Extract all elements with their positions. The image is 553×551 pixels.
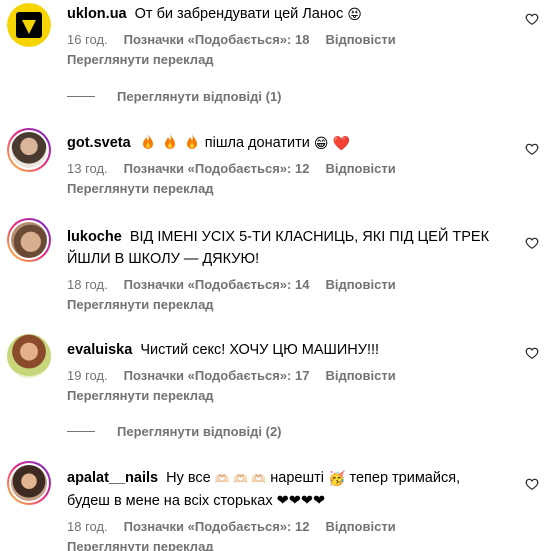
fire-icon bbox=[142, 134, 153, 149]
avatar[interactable] bbox=[7, 461, 51, 505]
reply-button[interactable]: Відповісти bbox=[325, 518, 395, 536]
view-replies-label: Переглянути відповіді (1) bbox=[117, 89, 282, 104]
see-translation-button[interactable]: Переглянути переклад bbox=[67, 51, 507, 69]
likes-count[interactable]: Позначки «Подобається»: 14 bbox=[124, 276, 310, 294]
comment-text-part-2: нарешті bbox=[270, 470, 324, 486]
see-translation-button[interactable]: Переглянути переклад bbox=[67, 538, 507, 551]
comment-text-line-2: ЙШЛИ В ШКОЛУ — ДЯКУЮ! bbox=[67, 251, 260, 267]
comment-text-part-1: Ну все bbox=[166, 470, 211, 486]
username[interactable]: uklon.ua bbox=[67, 6, 127, 22]
uklon-logo bbox=[7, 3, 51, 47]
reply-button[interactable]: Відповісти bbox=[325, 276, 395, 294]
comment-text: От би забрендувати цей Ланос bbox=[134, 6, 344, 22]
view-replies-label: Переглянути відповіді (2) bbox=[117, 424, 282, 439]
username[interactable]: got.sveta bbox=[67, 135, 131, 151]
avatar[interactable] bbox=[7, 128, 51, 172]
likes-count[interactable]: Позначки «Подобається»: 18 bbox=[124, 31, 310, 49]
username[interactable]: apalat__nails bbox=[67, 470, 158, 486]
avatar[interactable] bbox=[7, 218, 51, 262]
heart-hands-emoji: 🫶🏻 🫶🏻 🫶🏻 bbox=[214, 472, 267, 486]
like-heart-icon[interactable] bbox=[525, 346, 539, 360]
username[interactable]: evaluiska bbox=[67, 342, 132, 358]
grinning-emoji: 😁 bbox=[313, 135, 329, 151]
likes-count[interactable]: Позначки «Подобається»: 17 bbox=[124, 367, 310, 385]
see-translation-button[interactable]: Переглянути переклад bbox=[67, 296, 507, 314]
view-replies-button[interactable]: Переглянути відповіді (1) bbox=[67, 89, 282, 104]
avatar[interactable] bbox=[7, 334, 51, 378]
like-heart-icon[interactable] bbox=[525, 142, 539, 156]
comment-text-part-3: тепер тримайся, bbox=[349, 470, 461, 486]
like-heart-icon[interactable] bbox=[525, 12, 539, 26]
like-heart-icon[interactable] bbox=[525, 477, 539, 491]
timestamp[interactable]: 18 год. bbox=[67, 276, 108, 294]
comment-text-line-2: будеш в мене на всіх сторьках ❤❤❤❤ bbox=[67, 493, 326, 509]
timestamp[interactable]: 13 год. bbox=[67, 160, 108, 178]
reply-button[interactable]: Відповісти bbox=[325, 367, 395, 385]
view-replies-button[interactable]: Переглянути відповіді (2) bbox=[67, 424, 282, 439]
timestamp[interactable]: 16 год. bbox=[67, 31, 108, 49]
divider-line bbox=[67, 431, 95, 432]
comment-text-line-1: ВІД ІМЕНІ УСІХ 5-ТИ КЛАСНИЦЬ, ЯКІ ПІД ЦЕ… bbox=[129, 229, 490, 245]
see-translation-button[interactable]: Переглянути переклад bbox=[67, 387, 507, 405]
squinting-tongue-emoji: 😝 bbox=[347, 6, 362, 22]
reply-button[interactable]: Відповісти bbox=[325, 160, 395, 178]
comment-text: Чистий секс! ХОЧУ ЦЮ МАШИНУ!!! bbox=[140, 342, 380, 358]
red-heart-emoji: ❤️ bbox=[332, 135, 350, 151]
party-face-emoji: 🥳 bbox=[328, 470, 346, 486]
likes-count[interactable]: Позначки «Подобається»: 12 bbox=[124, 160, 310, 178]
timestamp[interactable]: 19 год. bbox=[67, 367, 108, 385]
like-heart-icon[interactable] bbox=[525, 236, 539, 250]
avatar[interactable] bbox=[7, 3, 51, 47]
username[interactable]: lukoche bbox=[67, 229, 122, 245]
reply-button[interactable]: Відповісти bbox=[325, 31, 395, 49]
comment-text: пішла донатити bbox=[204, 135, 310, 151]
likes-count[interactable]: Позначки «Подобається»: 12 bbox=[124, 518, 310, 536]
see-translation-button[interactable]: Переглянути переклад bbox=[67, 180, 507, 198]
timestamp[interactable]: 18 год. bbox=[67, 518, 108, 536]
fire-icon bbox=[164, 134, 175, 149]
divider-line bbox=[67, 96, 95, 97]
fire-icon bbox=[186, 134, 197, 149]
